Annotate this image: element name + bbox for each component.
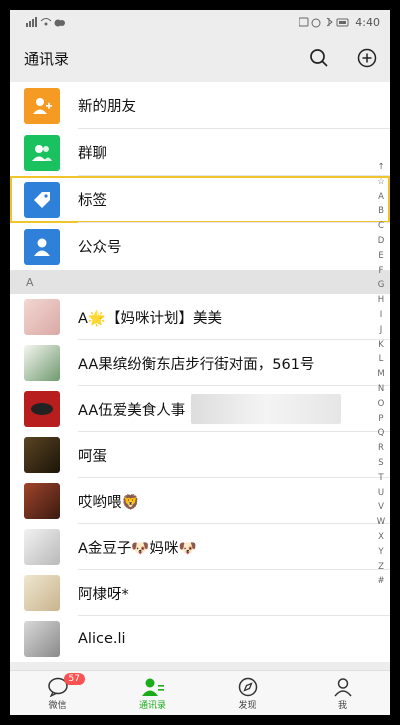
index-letter[interactable]: B <box>378 204 384 219</box>
index-letter[interactable]: J <box>380 323 383 338</box>
top-bar: 通讯录 <box>10 34 390 82</box>
status-left <box>26 17 66 27</box>
alphabet-index[interactable]: ↑ ☆ A B C D E F G H I J K L M N O P Q R S T U V W X Y Z # <box>374 160 388 589</box>
status-time: 4:40 <box>355 15 380 29</box>
tag-icon <box>24 181 60 218</box>
contact-avatar <box>24 345 60 381</box>
contact-row[interactable]: AA伍爱美食人事 <box>10 386 390 432</box>
contact-name: 阿棣呀* <box>78 586 129 603</box>
contacts-icon <box>141 676 165 698</box>
tab-chats[interactable]: 57 微信 <box>10 671 105 715</box>
index-letter[interactable]: K <box>378 338 384 353</box>
page-title: 通讯录 <box>24 49 70 68</box>
contact-row[interactable]: 哎哟喂🦁 <box>10 478 390 524</box>
contact-name: AA果缤纷衡东店步行街对面，561号 <box>78 356 315 373</box>
index-letter[interactable]: Y <box>378 545 383 560</box>
tab-me-label: 我 <box>337 700 347 711</box>
contact-name: Alice.li <box>78 631 126 647</box>
contact-row[interactable]: 呵蛋 <box>10 432 390 478</box>
contacts-screen: 4:40 通讯录 新的朋友 群聊 标签 公众号 A A🌟【妈咪计划】美美 AA果… <box>10 10 390 715</box>
official-accounts-row[interactable]: 公众号 <box>10 223 390 270</box>
tab-me[interactable]: 我 <box>295 671 390 715</box>
index-letter[interactable]: W <box>377 515 385 530</box>
index-letter[interactable]: R <box>378 441 384 456</box>
redacted-text <box>191 394 342 424</box>
compass-icon <box>238 676 258 698</box>
new-friends-row[interactable]: 新的朋友 <box>10 82 390 129</box>
section-header-a: A <box>10 270 390 294</box>
new-friend-icon <box>24 87 60 124</box>
tab-chats-label: 微信 <box>48 700 67 711</box>
group-chat-row[interactable]: 群聊 <box>10 129 390 176</box>
index-letter[interactable]: S <box>378 456 383 471</box>
contact-name: A金豆子🐶妈咪🐶 <box>78 540 197 557</box>
contact-avatar <box>24 529 60 565</box>
index-letter[interactable]: # <box>377 574 384 589</box>
index-letter[interactable]: P <box>378 412 383 427</box>
index-letter[interactable]: C <box>378 219 384 234</box>
index-letter[interactable]: Z <box>378 560 384 575</box>
contact-list: A🌟【妈咪计划】美美 AA果缤纷衡东店步行街对面，561号 AA伍爱美食人事 呵… <box>10 294 390 662</box>
index-letter[interactable]: ☆ <box>377 175 385 190</box>
contact-avatar <box>24 299 60 335</box>
status-right: 4:40 <box>299 16 380 29</box>
contact-row[interactable]: AA果缤纷衡东店步行街对面，561号 <box>10 340 390 386</box>
status-icons <box>299 17 349 27</box>
contact-name: AA伍爱美食人事 <box>78 402 186 419</box>
group-chat-icon <box>24 134 60 171</box>
tags-label: 标签 <box>78 193 107 209</box>
index-letter[interactable]: U <box>378 486 384 501</box>
index-letter[interactable]: F <box>379 264 384 279</box>
signal-icon <box>26 17 65 27</box>
contact-name: 呵蛋 <box>78 448 107 465</box>
feature-list: 新的朋友 群聊 标签 公众号 <box>10 82 390 270</box>
contact-avatar <box>24 621 60 657</box>
contact-avatar <box>24 575 60 611</box>
index-letter[interactable]: V <box>378 500 384 515</box>
plus-circle-icon[interactable] <box>356 47 378 69</box>
official-account-icon <box>24 228 60 265</box>
contact-row[interactable]: A金豆子🐶妈咪🐶 <box>10 524 390 570</box>
contact-row[interactable]: 阿棣呀* <box>10 570 390 616</box>
tags-row[interactable]: 标签 <box>10 176 390 223</box>
index-letter[interactable]: G <box>378 278 385 293</box>
index-letter[interactable]: Q <box>378 426 385 441</box>
contact-row[interactable]: Alice.li <box>10 616 390 662</box>
tab-discover-label: 发现 <box>238 700 257 711</box>
index-letter[interactable]: D <box>378 234 385 249</box>
tab-contacts[interactable]: 通讯录 <box>105 671 200 715</box>
unread-badge: 57 <box>63 673 85 685</box>
group-chat-label: 群聊 <box>78 146 107 162</box>
official-accounts-label: 公众号 <box>78 240 122 256</box>
index-letter[interactable]: T <box>378 471 383 486</box>
index-letter[interactable]: A <box>378 190 384 205</box>
contact-name: 哎哟喂🦁 <box>78 494 140 511</box>
contact-avatar <box>24 437 60 473</box>
index-letter[interactable]: ↑ <box>377 160 384 175</box>
contact-avatar <box>24 391 60 427</box>
contact-avatar <box>24 483 60 519</box>
new-friends-label: 新的朋友 <box>78 99 136 115</box>
search-icon[interactable] <box>308 47 330 69</box>
index-letter[interactable]: O <box>378 397 385 412</box>
index-letter[interactable]: E <box>378 249 383 264</box>
index-letter[interactable]: N <box>378 382 384 397</box>
contact-row[interactable]: A🌟【妈咪计划】美美 <box>10 294 390 340</box>
index-letter[interactable]: X <box>378 530 384 545</box>
tab-contacts-label: 通讯录 <box>138 700 166 711</box>
index-letter[interactable]: I <box>380 308 383 323</box>
index-letter[interactable]: L <box>379 352 384 367</box>
bottom-tab-bar: 57 微信 通讯录 发现 我 <box>10 670 390 715</box>
index-letter[interactable]: M <box>377 367 384 382</box>
status-bar: 4:40 <box>10 10 390 34</box>
profile-icon <box>333 676 353 698</box>
index-letter[interactable]: H <box>378 293 384 308</box>
tab-discover[interactable]: 发现 <box>200 671 295 715</box>
contact-name: A🌟【妈咪计划】美美 <box>78 310 222 327</box>
